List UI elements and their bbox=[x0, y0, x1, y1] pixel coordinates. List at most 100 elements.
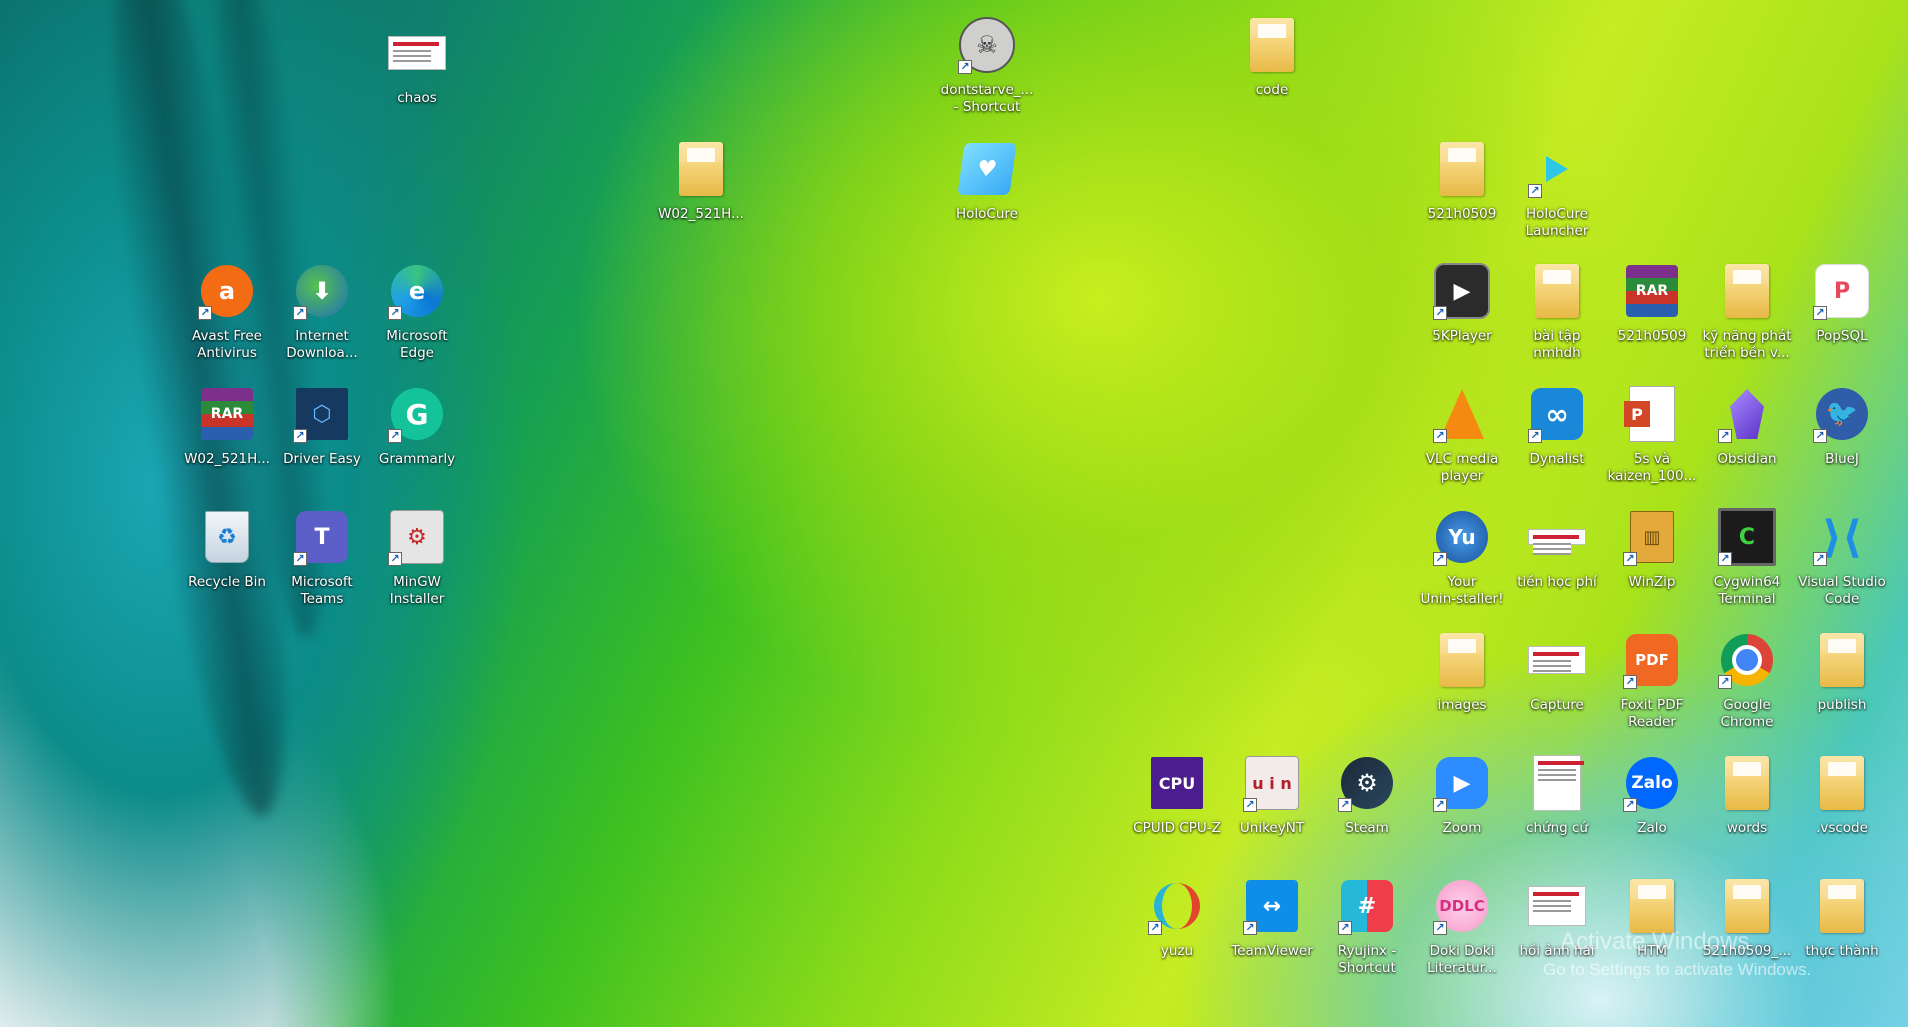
icon-label: kỹ năng phát triển bền v... bbox=[1702, 328, 1792, 361]
holocure-launcher-icon: ↗ bbox=[1526, 138, 1588, 200]
dynalist-icon: ∞ ↗ bbox=[1526, 383, 1588, 445]
desktop-icon-bluej[interactable]: 🐦 ↗ BlueJ bbox=[1795, 375, 1889, 495]
desktop-icon-steam[interactable]: ⚙ ↗ Steam bbox=[1320, 744, 1414, 864]
icon-label: Foxit PDF Reader bbox=[1620, 697, 1684, 730]
desktop-icon-unikeynt[interactable]: u i n ↗ UnikeyNT bbox=[1225, 744, 1319, 864]
icon-label: Your Unin-staller! bbox=[1420, 574, 1504, 607]
icon-label: Avast Free Antivirus bbox=[192, 328, 262, 361]
icon-label: W02_521H... bbox=[184, 451, 270, 467]
desktop-icon-capture[interactable]: Capture bbox=[1510, 621, 1604, 741]
chrome-icon: ↗ bbox=[1716, 629, 1778, 691]
foxit-pdf-icon: PDF ↗ bbox=[1621, 629, 1683, 691]
desktop-icon-chaos[interactable]: chaos bbox=[370, 14, 464, 134]
teamviewer-icon: ↔ ↗ bbox=[1241, 875, 1303, 937]
folder-icon bbox=[1526, 260, 1588, 322]
cygwin-icon: C ↗ bbox=[1716, 506, 1778, 568]
desktop-icon-winzip[interactable]: ▥ ↗ WinZip bbox=[1605, 498, 1699, 618]
desktop-icon-code[interactable]: code bbox=[1225, 6, 1319, 126]
bluej-icon: 🐦 ↗ bbox=[1811, 383, 1873, 445]
desktop-icon-obsidian[interactable]: ↗ Obsidian bbox=[1700, 375, 1794, 495]
desktop-icon-edge[interactable]: e ↗ Microsoft Edge bbox=[370, 252, 464, 372]
desktop-icon-w02-archive[interactable]: RAR W02_521H... bbox=[180, 375, 274, 495]
desktop-icon-popsql[interactable]: P ↗ PopSQL bbox=[1795, 252, 1889, 372]
desktop-icon-vscode[interactable]: ⟩⟨ ↗ Visual Studio Code bbox=[1795, 498, 1889, 618]
desktop-icon-bai-tap-nmhdh[interactable]: bài tập nmhdh bbox=[1510, 252, 1604, 372]
icon-label: Obsidian bbox=[1717, 451, 1777, 467]
icon-label: bài tập nmhdh bbox=[1533, 328, 1581, 361]
teams-icon: T ↗ bbox=[291, 506, 353, 568]
icon-label: images bbox=[1437, 697, 1487, 713]
powerpoint-icon: P bbox=[1621, 383, 1683, 445]
desktop-icon-tien-hoc-phi[interactable]: tiền học phí bbox=[1510, 498, 1604, 618]
desktop-icon-chung-cu[interactable]: chứng cứ bbox=[1510, 744, 1604, 864]
desktop-icon-publish[interactable]: publish bbox=[1795, 621, 1889, 741]
icon-label: thực thành bbox=[1805, 943, 1879, 959]
desktop-icon-driver-easy[interactable]: ⬡ ↗ Driver Easy bbox=[275, 375, 369, 495]
vlc-icon: ↗ bbox=[1431, 383, 1493, 445]
icon-label: chứng cứ bbox=[1526, 820, 1588, 836]
desktop-icon-ryujinx[interactable]: # ↗ Ryujinx - Shortcut bbox=[1320, 867, 1414, 987]
desktop-icon-cpuz[interactable]: CPU CPUID CPU-Z bbox=[1130, 744, 1224, 864]
icon-label: UnikeyNT bbox=[1239, 820, 1305, 836]
folder-icon bbox=[1811, 629, 1873, 691]
desktop-icon-mingw-installer[interactable]: ⚙ ↗ MinGW Installer bbox=[370, 498, 464, 618]
desktop-icon-teams[interactable]: T ↗ Microsoft Teams bbox=[275, 498, 369, 618]
desktop-icon-cygwin64-terminal[interactable]: C ↗ Cygwin64 Terminal bbox=[1700, 498, 1794, 618]
desktop-icon-images[interactable]: images bbox=[1415, 621, 1509, 741]
your-uninstaller-icon: Yu ↗ bbox=[1431, 506, 1493, 568]
desktop-icon-foxit-pdf[interactable]: PDF ↗ Foxit PDF Reader bbox=[1605, 621, 1699, 741]
icon-label: Microsoft Edge bbox=[386, 328, 448, 361]
winrar-icon: RAR bbox=[1621, 260, 1683, 322]
icon-label: VLC media player bbox=[1425, 451, 1499, 484]
desktop-icon-internet-download-manager[interactable]: ⬇ ↗ Internet Downloa... bbox=[275, 252, 369, 372]
folder-icon bbox=[1431, 138, 1493, 200]
desktop-icon-5kplayer[interactable]: ▶ ↗ 5KPlayer bbox=[1415, 252, 1509, 372]
icon-label: Capture bbox=[1530, 697, 1584, 713]
desktop-icon-holocure-launcher[interactable]: ↗ HoloCure Launcher bbox=[1510, 130, 1604, 250]
desktop-icon-recycle-bin[interactable]: ♻ Recycle Bin bbox=[180, 498, 274, 618]
icon-label: W02_521H... bbox=[658, 206, 744, 222]
desktop-icon-521h0509-archive[interactable]: RAR 521h0509 bbox=[1605, 252, 1699, 372]
folder-icon bbox=[1811, 875, 1873, 937]
desktop-icon-w02-folder[interactable]: W02_521H... bbox=[654, 130, 748, 250]
desktop-icon-avast[interactable]: a ↗ Avast Free Antivirus bbox=[180, 252, 274, 372]
folder-icon bbox=[1241, 14, 1303, 76]
zoom-icon: ▶ ↗ bbox=[1431, 752, 1493, 814]
desktop-icon-zoom[interactable]: ▶ ↗ Zoom bbox=[1415, 744, 1509, 864]
icon-label: HoloCure Launcher bbox=[1525, 206, 1589, 239]
desktop-icon-words[interactable]: words bbox=[1700, 744, 1794, 864]
desktop-icon-5s-va-kaizen[interactable]: P 5s và kaizen_100... bbox=[1605, 375, 1699, 495]
desktop-icon-yuzu[interactable]: ↗ yuzu bbox=[1130, 867, 1224, 987]
cpuz-icon: CPU bbox=[1146, 752, 1208, 814]
desktop-icon-doki-doki[interactable]: DDLC ↗ Doki Doki Literatur... bbox=[1415, 867, 1509, 987]
icon-label: CPUID CPU-Z bbox=[1133, 820, 1221, 836]
desktop-icon-vlc[interactable]: ↗ VLC media player bbox=[1415, 375, 1509, 495]
icon-label: WinZip bbox=[1628, 574, 1676, 590]
folder-icon bbox=[670, 138, 732, 200]
desktop-icon-dynalist[interactable]: ∞ ↗ Dynalist bbox=[1510, 375, 1604, 495]
document-thumbnail-icon bbox=[386, 22, 448, 84]
grammarly-icon: G ↗ bbox=[386, 383, 448, 445]
document-thumbnail-icon bbox=[1526, 752, 1588, 814]
icon-label: 521h0509 bbox=[1617, 328, 1687, 344]
winzip-icon: ▥ ↗ bbox=[1621, 506, 1683, 568]
yuzu-icon: ↗ bbox=[1146, 875, 1208, 937]
desktop-icon-holocure[interactable]: ♥ HoloCure bbox=[940, 130, 1034, 250]
desktop-icon-teamviewer[interactable]: ↔ ↗ TeamViewer bbox=[1225, 867, 1319, 987]
internet-download-manager-icon: ⬇ ↗ bbox=[291, 260, 353, 322]
desktop-icon-zalo[interactable]: Zalo ↗ Zalo bbox=[1605, 744, 1699, 864]
desktop-icon-521h0509-folder[interactable]: 521h0509 bbox=[1415, 130, 1509, 250]
desktop-icon-ky-nang-phat-trien[interactable]: kỹ năng phát triển bền v... bbox=[1700, 252, 1794, 372]
icon-label: chaos bbox=[397, 90, 437, 106]
folder-icon bbox=[1431, 629, 1493, 691]
desktop-icon-your-uninstaller[interactable]: Yu ↗ Your Unin-staller! bbox=[1415, 498, 1509, 618]
icon-label: words bbox=[1726, 820, 1768, 836]
icon-label: Google Chrome bbox=[1720, 697, 1774, 730]
desktop-icon-dontstarve-shortcut[interactable]: ☠ ↗ dontstarve_... - Shortcut bbox=[940, 6, 1034, 126]
icon-label: Doki Doki Literatur... bbox=[1427, 943, 1497, 976]
popsql-icon: P ↗ bbox=[1811, 260, 1873, 322]
icon-label: Microsoft Teams bbox=[291, 574, 353, 607]
desktop-icon-chrome[interactable]: ↗ Google Chrome bbox=[1700, 621, 1794, 741]
desktop-icon-vscode-folder[interactable]: .vscode bbox=[1795, 744, 1889, 864]
desktop-icon-grammarly[interactable]: G ↗ Grammarly bbox=[370, 375, 464, 495]
